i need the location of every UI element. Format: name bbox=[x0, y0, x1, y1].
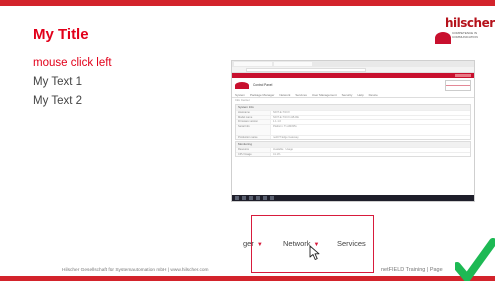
taskbar bbox=[232, 195, 474, 201]
row-key: Serial Info bbox=[236, 124, 271, 135]
row-key: Hostname bbox=[236, 111, 271, 115]
app-breadcrumb: Info Center bbox=[235, 98, 250, 102]
app-nav-item: Device bbox=[368, 92, 378, 97]
zoom-nav-label: ger bbox=[243, 239, 254, 248]
zoom-nav-label: Network bbox=[283, 239, 311, 248]
row-key: Production name bbox=[236, 135, 271, 139]
row-value: NIOT-E-TIJCX bbox=[273, 111, 290, 114]
logo-brand: hilscher bbox=[445, 16, 495, 30]
footer-left: Hilscher Gesellschaft für Systemautomati… bbox=[62, 268, 209, 273]
app-nav-item: User Management bbox=[311, 92, 337, 97]
brand-emblem-icon bbox=[445, 79, 471, 91]
top-accent-bar bbox=[0, 0, 495, 6]
app-name: Control Panel bbox=[253, 83, 273, 87]
app-nav-item: Package Manager bbox=[250, 92, 275, 97]
hilscher-logo: hilscher COMPETENCE IN COMMUNICATION bbox=[435, 16, 495, 50]
row-value: netIOT Edge Gateway bbox=[273, 135, 299, 139]
app-nav-item: Help bbox=[357, 92, 364, 97]
bullet-text-1: My Text 1 bbox=[33, 76, 82, 88]
row-key: Model name bbox=[236, 115, 271, 119]
app-top-bar bbox=[232, 73, 474, 78]
logo-tagline: COMPETENCE IN COMMUNICATION bbox=[452, 31, 478, 39]
col-header: Available bbox=[273, 148, 284, 151]
row-value: NIOT-E-TIJCX-GB-RE bbox=[273, 115, 299, 119]
app-nav-item: Services bbox=[295, 92, 307, 97]
app-logo-icon bbox=[235, 81, 249, 89]
row-value: 41.1% bbox=[273, 152, 281, 156]
zoom-nav-manager[interactable]: ger ▼ bbox=[243, 239, 263, 248]
bullet-mouse-click: mouse click left bbox=[33, 57, 112, 69]
bottom-accent-bar bbox=[0, 276, 495, 281]
row-value: 1.1.1.0 bbox=[273, 120, 281, 123]
footer-right: netFIELD Training | Page bbox=[381, 267, 443, 273]
mouse-pointer-icon bbox=[309, 245, 320, 260]
col-header: Usage bbox=[285, 148, 293, 151]
zoom-nav-label: Services bbox=[337, 239, 366, 248]
app-nav-item: Network bbox=[279, 92, 291, 97]
bullet-text-2: My Text 2 bbox=[33, 95, 82, 107]
row-value: Platform: TI-AM335x bbox=[273, 124, 297, 128]
app-nav-item: System bbox=[235, 92, 246, 97]
row-key: Firmware version bbox=[236, 120, 271, 124]
row-key: CPU Usage bbox=[236, 152, 271, 156]
monitoring-section: Monitoring Resource Available Usage CPU Us… bbox=[235, 141, 471, 157]
checkmark-icon bbox=[455, 238, 495, 281]
app-nav-item: Security bbox=[341, 92, 353, 97]
system-info-section: System Info Hostname NIOT-E-TIJCX Model n… bbox=[235, 104, 471, 140]
chevron-down-icon: ▼ bbox=[256, 242, 263, 248]
embedded-browser-screenshot: Control Panel System Package Manager Net… bbox=[231, 60, 475, 202]
app-header: Control Panel bbox=[232, 78, 474, 92]
col-header: Resource bbox=[236, 148, 271, 152]
logo-mark-icon bbox=[435, 32, 451, 44]
zoom-nav-services[interactable]: Services bbox=[337, 239, 366, 248]
slide-title: My Title bbox=[33, 26, 89, 43]
